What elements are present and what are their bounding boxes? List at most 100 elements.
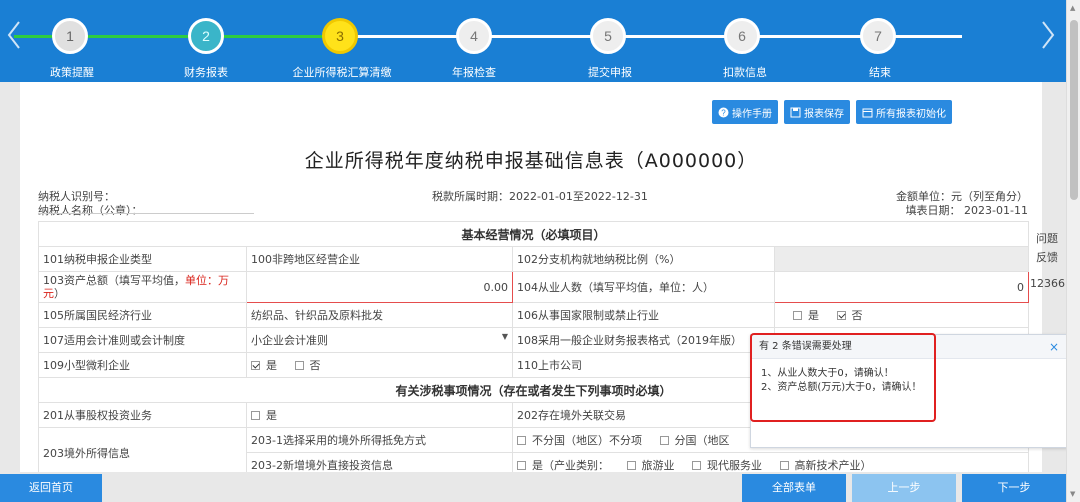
row-106-yes-label: 是 xyxy=(808,309,819,322)
row-101-label: 101纳税申报企业类型 xyxy=(38,246,247,272)
section-basic-title: 基本经营情况（必填项目） xyxy=(37,221,1030,247)
step-2-label: 财务报表 xyxy=(184,66,228,79)
row-106-yes-checkbox[interactable] xyxy=(793,310,802,320)
tax-period: 税款所属时期：2022-01-01至2022-12-31 xyxy=(432,190,648,203)
row-203-2-opt4-checkbox[interactable] xyxy=(779,460,789,470)
step-7[interactable]: 7 xyxy=(860,18,896,54)
progress-header: 1 2 3 4 5 6 7 政策提醒 财务报表 企业所得税汇算清缴 年报检查 提… xyxy=(0,0,1080,82)
feedback-tab-line1: 问题 xyxy=(1036,232,1058,245)
taxpayer-name-label: 纳税人名称（公章）： xyxy=(38,204,143,217)
row-102-value[interactable] xyxy=(773,246,1030,272)
row-203-1-opt1-label: 不分国（地区）不分项 xyxy=(532,434,642,447)
employee-count-input[interactable]: 0 xyxy=(773,271,1030,303)
step-3[interactable]: 3 xyxy=(322,18,358,54)
row-109-yes-label: 是 xyxy=(266,359,277,372)
accounting-standard-select[interactable]: 小企业会计准则 ▼ xyxy=(246,327,513,353)
asset-total-input[interactable]: 0.00 xyxy=(246,271,513,303)
row-105-value[interactable]: 纺织品、针织品及原料批发 xyxy=(246,302,513,328)
step-3-label: 企业所得税汇算清缴 xyxy=(292,66,392,79)
row-109-yes-checkbox[interactable] xyxy=(251,360,260,370)
step-4[interactable]: 4 xyxy=(456,18,492,54)
row-203-2-opt3-checkbox[interactable] xyxy=(692,460,701,470)
save-button-label: 报表保存 xyxy=(804,108,844,120)
error-highlight-box xyxy=(750,333,936,422)
table-row: 103资产总额（填写平均值，单位：万元） 0.00 104从业人数（填写平均值，… xyxy=(38,271,1030,303)
step-1[interactable]: 1 xyxy=(52,18,88,54)
row-203-2-opt1-checkbox[interactable] xyxy=(517,460,526,470)
chevron-down-icon: ▼ xyxy=(501,332,508,341)
feedback-tab[interactable]: 问题 反馈 xyxy=(1032,230,1062,265)
all-forms-button[interactable]: 全部表单 xyxy=(742,474,846,502)
step-4-label: 年报检查 xyxy=(452,66,496,79)
row-104-label: 104从业人数（填写平均值，单位：人） xyxy=(512,271,775,303)
scrollbar-thumb[interactable] xyxy=(1070,20,1078,200)
step-2[interactable]: 2 xyxy=(188,18,224,54)
row-203-1-opt1-checkbox[interactable] xyxy=(517,435,526,445)
init-all-button[interactable]: 所有报表初始化 xyxy=(856,100,952,124)
page-title: 企业所得税年度纳税申报基础信息表（A000000） xyxy=(304,150,758,172)
next-arrow-icon[interactable] xyxy=(1040,20,1056,50)
step-6[interactable]: 6 xyxy=(724,18,760,54)
row-203-2-opt4-label: 高新技术产业） xyxy=(794,459,872,472)
step-5[interactable]: 5 xyxy=(590,18,626,54)
row-203-2-opt2-label: 旅游业 xyxy=(641,459,675,472)
row-109-no-checkbox[interactable] xyxy=(294,360,304,370)
row-110-label: 110上市公司 xyxy=(512,352,775,378)
row-202-label: 202存在境外关联交易 xyxy=(512,402,775,428)
next-step-button[interactable]: 下一步 xyxy=(962,474,1066,502)
vertical-scrollbar[interactable]: ▲ ▼ xyxy=(1066,0,1080,502)
step-1-label: 政策提醒 xyxy=(50,66,94,79)
scroll-up-icon[interactable]: ▲ xyxy=(1070,4,1075,12)
scroll-down-icon[interactable]: ▼ xyxy=(1070,490,1075,498)
row-203-1-label: 203-1选择采用的境外所得抵免方式 xyxy=(246,427,513,453)
row-106-no-label: 否 xyxy=(851,309,863,322)
row-102-label: 102分支机构就地纳税比例（%） xyxy=(512,246,775,272)
row-101-value[interactable]: 100非跨地区经营企业 xyxy=(246,246,513,272)
row-106-no-checkbox[interactable] xyxy=(836,310,846,320)
row-106-options: 是 否 xyxy=(773,302,1030,328)
row-109-options: 是 否 xyxy=(246,352,513,378)
row-203-2-options: 是（产业类别： 旅游业 现代服务业 高新技术产业） xyxy=(511,452,1030,472)
row-103-label: 103资产总额（填写平均值，单位：万元） xyxy=(38,271,247,303)
row-105-label: 105所属国民经济行业 xyxy=(38,302,247,328)
row-109-label: 109小型微利企业 xyxy=(38,352,247,378)
row-201-yes-label: 是 xyxy=(266,409,277,422)
toolbar: ? 操作手册 报表保存 所有报表初始化 xyxy=(712,100,952,124)
row-203-2-opt1-label: 是（产业类别： xyxy=(532,459,609,472)
table-row: 105所属国民经济行业 纺织品、针织品及原料批发 106从事国家限制或禁止行业 … xyxy=(38,302,1030,328)
fill-date: 填表日期： 2023-01-11 xyxy=(905,204,1028,217)
feedback-tab-line2: 反馈 xyxy=(1036,251,1058,264)
row-201-label: 201从事股权投资业务 xyxy=(38,402,247,428)
table-row: 101纳税申报企业类型 100非跨地区经营企业 102分支机构就地纳税比例（%） xyxy=(38,246,1030,272)
close-icon[interactable]: × xyxy=(1049,340,1059,354)
save-button[interactable]: 报表保存 xyxy=(784,100,850,124)
row-103-label-end: ） xyxy=(54,287,65,300)
row-203-1-opt2-label: 分国（地区 xyxy=(674,434,730,447)
row-103-label-text: 103资产总额（填写平均值， xyxy=(43,274,185,287)
manual-button-label: 操作手册 xyxy=(732,108,772,120)
row-109-no-label: 否 xyxy=(309,359,321,372)
hotline-number: 12366 xyxy=(1030,277,1065,290)
row-203-2-label: 203-2新增境外直接投资信息 xyxy=(246,452,513,472)
step-7-label: 结束 xyxy=(869,66,891,79)
calendar-icon xyxy=(862,107,873,118)
taxpayer-name-field[interactable] xyxy=(38,213,254,214)
row-108-label: 108采用一般企业财务报表格式（2019年版） xyxy=(512,327,775,353)
row-106-label: 106从事国家限制或禁止行业 xyxy=(512,302,775,328)
row-203-2-opt2-checkbox[interactable] xyxy=(626,460,636,470)
svg-text:?: ? xyxy=(721,108,726,117)
manual-button[interactable]: ? 操作手册 xyxy=(712,100,778,124)
accounting-standard-value: 小企业会计准则 xyxy=(251,334,328,347)
row-203-label: 203境外所得信息 xyxy=(38,427,247,472)
step-6-label: 扣款信息 xyxy=(723,66,767,79)
row-201-options: 是 xyxy=(246,402,513,428)
question-icon: ? xyxy=(718,107,729,118)
row-107-label: 107适用会计准则或会计制度 xyxy=(38,327,247,353)
step-5-label: 提交申报 xyxy=(588,66,632,79)
row-201-yes-checkbox[interactable] xyxy=(251,410,260,420)
row-203-1-opt2-checkbox[interactable] xyxy=(659,435,669,445)
home-button[interactable]: 返回首页 xyxy=(0,474,102,502)
row-203-2-opt3-label: 现代服务业 xyxy=(707,459,762,472)
init-all-button-label: 所有报表初始化 xyxy=(876,108,946,120)
prev-step-button[interactable]: 上一步 xyxy=(852,474,956,502)
